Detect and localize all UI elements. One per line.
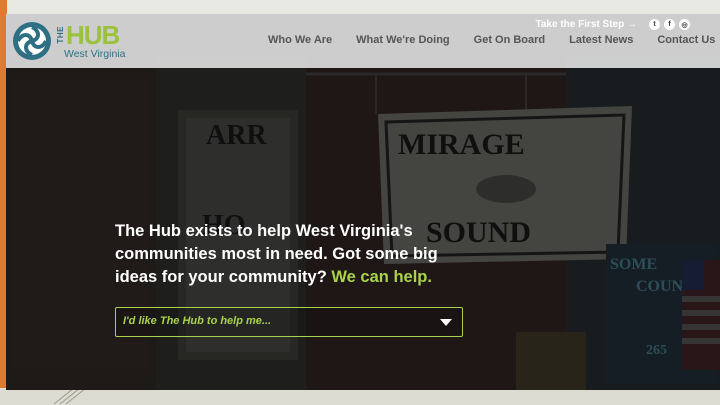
nav-latest-news[interactable]: Latest News xyxy=(569,34,633,46)
utility-bar: Take the First Step → t f ◎ xyxy=(535,19,690,30)
nav-contact-us[interactable]: Contact Us xyxy=(657,34,715,46)
nav-get-on-board[interactable]: Get On Board xyxy=(474,34,546,46)
slide-frame: ARR HO MIRAGE SOUND SOME COUN 265 THE HU… xyxy=(0,0,720,405)
twitter-icon[interactable]: t xyxy=(649,19,660,30)
hub-logo-icon xyxy=(13,22,51,60)
site-header: THE HUB West Virginia Take the First Ste… xyxy=(6,14,720,68)
nav-who-we-are[interactable]: Who We Are xyxy=(268,34,332,46)
take-first-step-link[interactable]: Take the First Step → xyxy=(535,19,637,30)
facebook-icon[interactable]: f xyxy=(664,19,675,30)
help-dropdown[interactable]: I'd like The Hub to help me... xyxy=(115,307,463,337)
logo-subtitle: West Virginia xyxy=(64,48,126,60)
logo-the-text: THE xyxy=(56,26,65,44)
hero-headline: The Hub exists to help West Virginia's c… xyxy=(115,220,455,289)
logo-hub-text: HUB xyxy=(66,20,120,50)
hero-headline-accent: We can help. xyxy=(331,268,432,286)
main-nav: Who We Are What We're Doing Get On Board… xyxy=(268,34,715,46)
hero-section: ARR HO MIRAGE SOUND SOME COUN 265 THE HU… xyxy=(6,14,720,390)
chevron-down-icon xyxy=(440,319,452,326)
site-logo[interactable]: THE HUB West Virginia xyxy=(12,18,130,64)
nav-what-were-doing[interactable]: What We're Doing xyxy=(356,34,449,46)
instagram-icon[interactable]: ◎ xyxy=(679,19,690,30)
slide-bottom-strip xyxy=(0,388,720,405)
help-dropdown-selected: I'd like The Hub to help me... xyxy=(123,315,272,327)
social-links: t f ◎ xyxy=(649,19,690,30)
